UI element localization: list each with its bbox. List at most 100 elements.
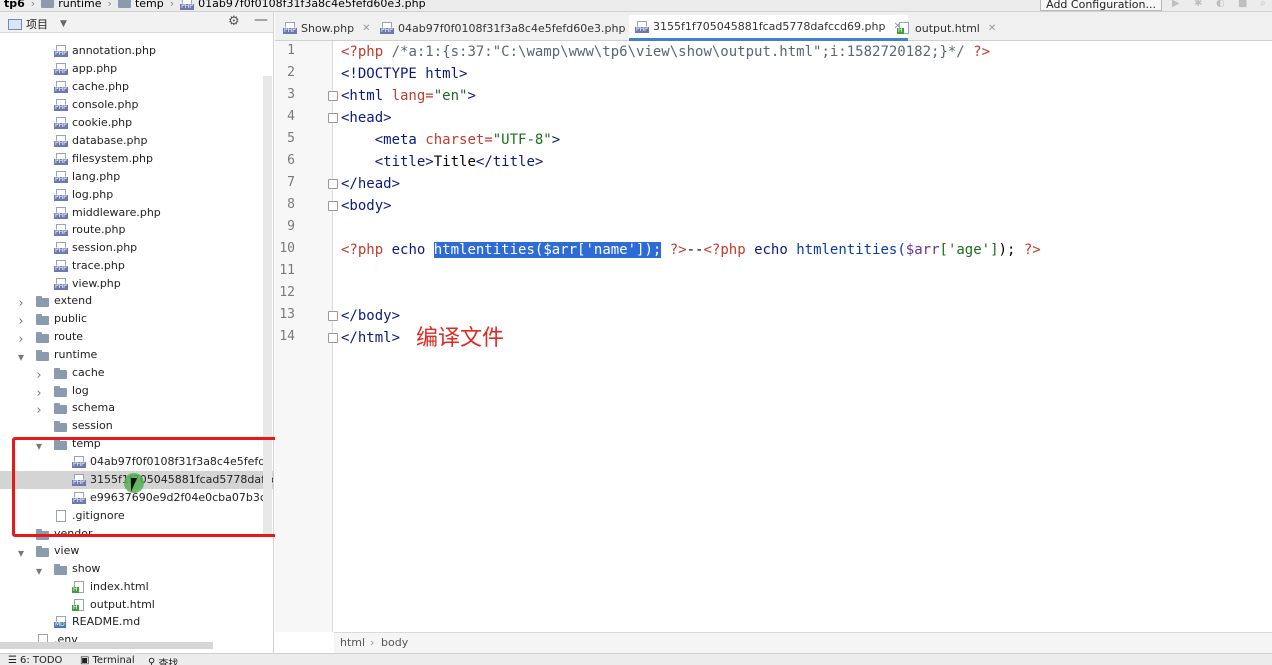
terminal-icon: ▣ (80, 655, 90, 665)
gear-icon[interactable]: ⚙ (228, 14, 240, 29)
chevron-right-icon[interactable]: › (16, 314, 26, 329)
tree-folder[interactable]: › cache (0, 364, 273, 383)
line-number: 10 (279, 241, 295, 256)
breadcrumb: tp6 › runtime › temp › PHP 01ab97f0f0108… (4, 0, 426, 10)
search-everywhere-icon[interactable]: ⌕ (1260, 0, 1272, 9)
tree-folder[interactable]: session (0, 417, 273, 435)
folder-icon (36, 314, 49, 325)
chevron-down-icon[interactable]: ▾ (16, 546, 26, 560)
coverage-icon[interactable]: ◐ (1216, 0, 1228, 9)
code-line-5: <meta charset="UTF-8"> (341, 129, 560, 151)
folder-icon (54, 564, 67, 575)
tree-file[interactable]: PHP filesystem.php (0, 150, 273, 168)
tab-output-html[interactable]: H output.html ✕ (897, 18, 996, 38)
tab-04ab97[interactable]: PHP 04ab97f0f0108f31f3a8c4e5fefd60e3.php… (380, 18, 642, 38)
php-close-tag: ?> (973, 44, 991, 60)
debug-icon[interactable]: ✱ (1194, 0, 1206, 9)
title-text: Title (433, 154, 476, 170)
chevron-right-icon[interactable]: › (34, 368, 44, 383)
variable: $arr (543, 242, 578, 258)
php-file-icon: PHP (54, 99, 68, 111)
tree-file[interactable]: PHP middleware.php (0, 204, 273, 222)
terminal-label: Terminal (92, 655, 135, 665)
echo-keyword: echo (745, 242, 797, 258)
tree-item-label: session (72, 419, 113, 432)
tree-file[interactable]: Houtput.html (0, 596, 273, 614)
tree-folder[interactable]: › schema (0, 399, 273, 418)
add-configuration-button[interactable]: Add Configuration... (1040, 0, 1162, 11)
stop-icon[interactable]: ■ (1238, 0, 1250, 9)
fold-marker[interactable] (328, 311, 338, 321)
fold-marker[interactable] (328, 113, 338, 123)
chevron-down-icon[interactable]: ▾ (16, 350, 26, 364)
breadcrumb-item-runtime[interactable]: runtime (58, 0, 101, 10)
tree-file[interactable]: PHP trace.php (0, 257, 273, 275)
tree-file[interactable]: MD README.md (0, 613, 273, 631)
php-file-icon: PHP (54, 189, 68, 201)
php-file-icon: PHP (54, 45, 68, 57)
horizontal-scrollbar[interactable] (0, 642, 213, 649)
folder-icon (54, 421, 67, 432)
tree-file[interactable]: PHP cache.php (0, 78, 273, 96)
tree-folder[interactable]: ▾ runtime (0, 346, 273, 364)
selected-text[interactable]: htmlentities($arr['name']); (433, 242, 662, 258)
breadcrumb-body[interactable]: body (381, 636, 408, 649)
tree-folder[interactable]: › route (0, 328, 273, 347)
fold-marker[interactable] (328, 179, 338, 189)
project-view-selector[interactable]: 项目 ▼ (8, 16, 67, 32)
tab-show-php[interactable]: PHP Show.php ✕ (283, 18, 371, 38)
tree-file[interactable]: PHP lang.php (0, 168, 273, 186)
fold-marker[interactable] (328, 201, 338, 211)
tree-file[interactable]: PHP console.php (0, 96, 273, 114)
chevron-right-icon[interactable]: › (16, 332, 26, 347)
tree-file[interactable]: PHP log.php (0, 186, 273, 204)
breadcrumb-item-file[interactable]: 01ab97f0f0108f31f3a8c4e5fefd60e3.php (198, 0, 425, 10)
tree-file[interactable]: Hindex.html (0, 578, 273, 596)
tree-file[interactable]: PHP route.php (0, 221, 273, 239)
tree-item-label: log (72, 384, 89, 397)
tree-folder[interactable]: › log (0, 382, 273, 401)
folder-icon (41, 0, 55, 8)
fold-marker[interactable] (328, 91, 338, 101)
close-icon[interactable]: ✕ (362, 23, 370, 34)
php-file-icon: PHP (54, 207, 68, 219)
chevron-down-icon[interactable]: ▼ (60, 19, 67, 29)
tree-folder[interactable]: ▾ view (0, 542, 273, 560)
tree-file[interactable]: PHP view.php (0, 275, 273, 293)
run-icon[interactable]: ▶ (1172, 0, 1184, 9)
tree-folder[interactable]: › public (0, 310, 273, 329)
code-line-6: <title>Title</title> (341, 151, 544, 173)
close-icon[interactable]: ✕ (988, 23, 996, 34)
tree-item-label: cookie.php (72, 116, 133, 129)
annotation-text: 编译文件 (416, 326, 505, 351)
folder-icon (54, 386, 67, 397)
find-tab[interactable]: ⚲ 查找 (148, 655, 178, 665)
chevron-right-icon[interactable]: › (16, 296, 26, 311)
fold-marker[interactable] (328, 333, 338, 343)
chevron-down-icon[interactable]: ▾ (34, 564, 44, 578)
line-number: 2 (287, 65, 295, 80)
tree-item-label: extend (54, 294, 93, 307)
hide-panel-icon[interactable]: — (254, 12, 268, 28)
tree-folder[interactable]: ▾ show (0, 560, 273, 578)
breadcrumb-item-temp[interactable]: temp (135, 0, 164, 10)
breadcrumb-html[interactable]: html (340, 636, 365, 649)
tree-file[interactable]: PHP app.php (0, 60, 273, 78)
tree-file[interactable]: PHP cookie.php (0, 114, 273, 132)
todo-tab[interactable]: ☰ 6: TODO (8, 655, 62, 665)
breadcrumb-separator: › (169, 0, 175, 10)
line-number: 7 (287, 175, 295, 190)
tab-3155f1-active[interactable]: PHP 3155f1f705045881fcad5778dafccd69.php… (629, 15, 908, 41)
tree-file[interactable]: PHP annotation.php (0, 42, 273, 60)
chevron-right-icon[interactable]: › (34, 403, 44, 418)
tree-folder[interactable]: › extend (0, 292, 273, 311)
breadcrumb-item-project[interactable]: tp6 (4, 0, 25, 10)
html-tag: <html (341, 88, 392, 104)
tree-file[interactable]: PHP database.php (0, 132, 273, 150)
tree-item-label: view (54, 544, 80, 557)
bottom-tool-bar: ☰ 6: TODO ▣ Terminal ⚲ 查找 (0, 653, 1272, 665)
tree-file[interactable]: PHP session.php (0, 239, 273, 257)
terminal-tab[interactable]: ▣ Terminal (80, 655, 135, 665)
tree-item-label: schema (72, 401, 115, 414)
